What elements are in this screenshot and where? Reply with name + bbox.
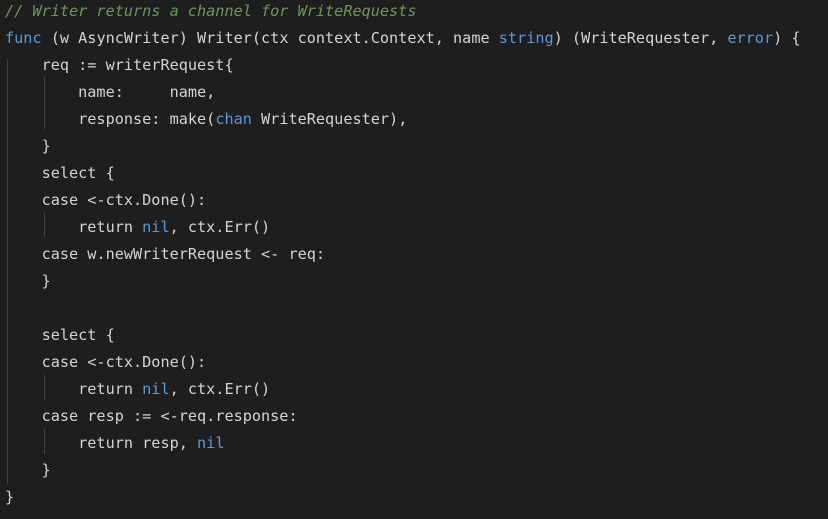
code-token-plain: } — [5, 272, 51, 290]
code-token-plain: response: make( — [5, 110, 216, 128]
code-line[interactable]: } — [5, 268, 51, 295]
code-line[interactable]: } — [5, 484, 14, 511]
code-line[interactable]: // Writer returns a channel for WriteReq… — [5, 0, 416, 25]
code-token-plain: case <-ctx.Done(): — [5, 353, 207, 371]
code-line[interactable]: } — [5, 133, 51, 160]
code-token-plain: select { — [5, 326, 115, 344]
code-line[interactable]: return nil, ctx.Err() — [5, 376, 270, 403]
code-line[interactable]: response: make(chan WriteRequester), — [5, 106, 407, 133]
code-token-plain: , ctx.Err() — [169, 218, 271, 236]
code-token-plain: ) { — [773, 29, 801, 47]
code-line[interactable]: case resp := <-req.response: — [5, 403, 298, 430]
code-token-plain: } — [5, 137, 51, 155]
code-token-keyword: chan — [215, 110, 252, 128]
code-line[interactable]: case w.newWriterRequest <- req: — [5, 241, 325, 268]
code-token-plain: select { — [5, 164, 115, 182]
code-line[interactable]: select { — [5, 322, 115, 349]
code-token-keyword: func — [5, 29, 42, 47]
code-token-comment: // Writer returns a channel for WriteReq… — [5, 2, 417, 20]
code-token-plain: (w AsyncWriter) Writer(ctx context.Conte… — [41, 29, 499, 47]
code-token-plain: name: name, — [5, 83, 216, 101]
code-token-builtin: nil — [142, 380, 170, 398]
code-token-plain: req := writerRequest{ — [5, 56, 234, 74]
code-token-builtin: nil — [142, 218, 170, 236]
code-line[interactable]: func (w AsyncWriter) Writer(ctx context.… — [5, 25, 801, 52]
code-token-plain: } — [5, 461, 51, 479]
code-token-plain: case <-ctx.Done(): — [5, 191, 207, 209]
code-token-plain: return resp, — [5, 434, 198, 452]
code-line[interactable]: return nil, ctx.Err() — [5, 214, 270, 241]
code-line[interactable]: select { — [5, 160, 115, 187]
code-token-builtin: string — [498, 29, 554, 47]
code-token-builtin: error — [727, 29, 774, 47]
code-line[interactable]: req := writerRequest{ — [5, 52, 234, 79]
code-token-plain: ) (WriteRequester, — [553, 29, 728, 47]
code-line[interactable]: return resp, nil — [5, 430, 224, 457]
code-token-plain: return — [5, 380, 143, 398]
code-token-plain: case w.newWriterRequest <- req: — [5, 245, 326, 263]
code-token-builtin: nil — [197, 434, 225, 452]
code-line[interactable]: case <-ctx.Done(): — [5, 349, 207, 376]
code-token-plain: return — [5, 218, 143, 236]
code-token-plain: case resp := <-req.response: — [5, 407, 298, 425]
code-line[interactable]: } — [5, 457, 51, 484]
code-editor[interactable]: // Writer returns a channel for WriteReq… — [0, 0, 828, 519]
code-token-plain: } — [5, 488, 15, 506]
code-token-plain: , ctx.Err() — [169, 380, 271, 398]
code-line[interactable]: case <-ctx.Done(): — [5, 187, 207, 214]
code-token-plain: WriteRequester), — [251, 110, 408, 128]
code-line[interactable]: name: name, — [5, 79, 215, 106]
